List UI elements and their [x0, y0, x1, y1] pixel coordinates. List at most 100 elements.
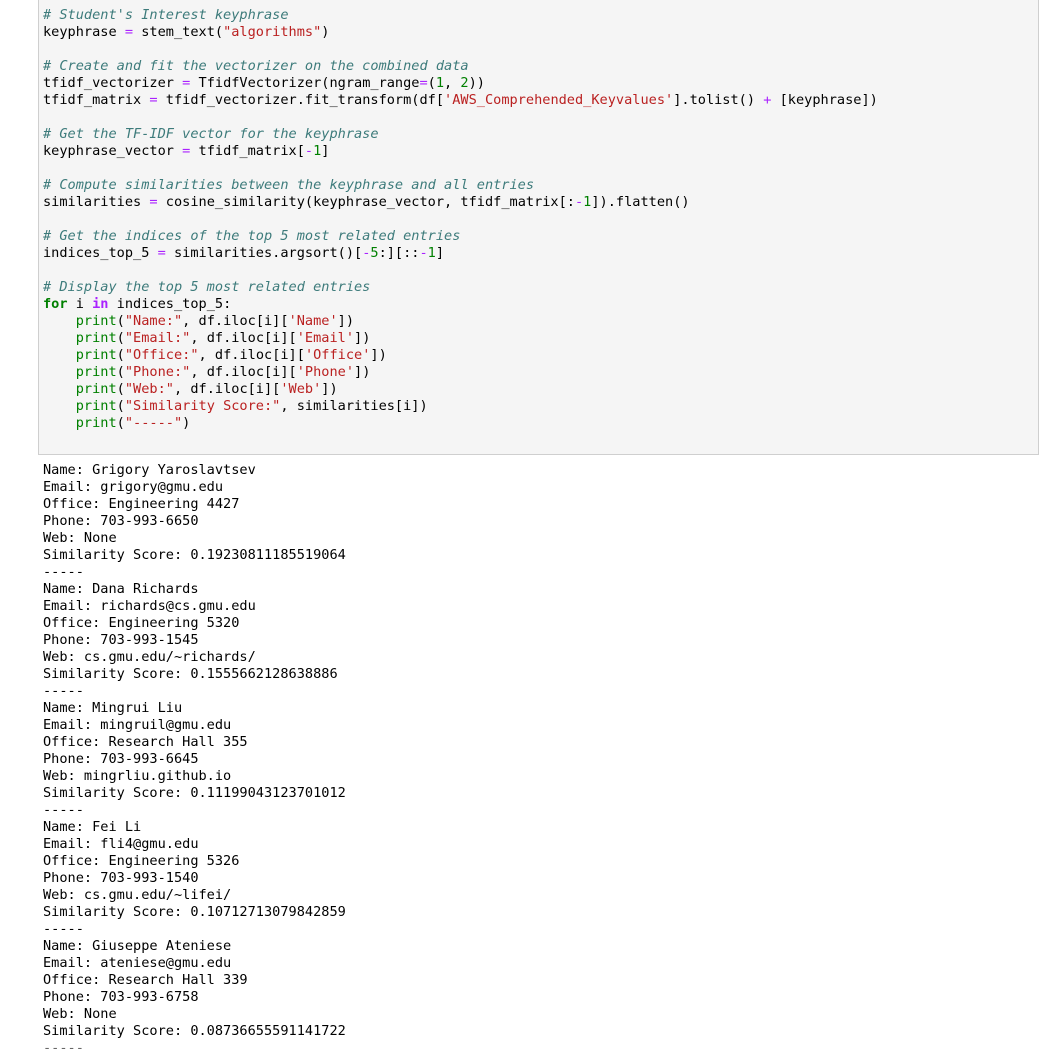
code-token: print — [75, 313, 117, 329]
output-line: ----- — [43, 683, 84, 699]
code-token: = — [149, 92, 158, 108]
code-token: ]) — [354, 364, 371, 380]
code-line: for i in indices_top_5: — [43, 296, 878, 313]
code-token: 'Web' — [280, 381, 322, 397]
code-token: # Get the TF-IDF vector for the keyphras… — [43, 126, 379, 142]
code-token: = — [124, 24, 134, 40]
code-token: , similarities[i]) — [280, 398, 428, 414]
code-token: , df.iloc[i][ — [198, 347, 305, 363]
code-token: = — [419, 75, 428, 91]
output-line: Office: Engineering 5326 — [43, 853, 240, 869]
code-token: - — [304, 143, 314, 159]
output-line: Office: Research Hall 339 — [43, 972, 248, 988]
code-lines: # Student's Interest keyphrase keyphrase … — [43, 7, 878, 432]
code-token: ) — [321, 24, 330, 40]
code-token: print — [75, 415, 117, 431]
code-line: print("Name:", df.iloc[i]['Name']) — [43, 313, 878, 330]
code-token: 'Name' — [288, 313, 338, 329]
output-line: ----- — [43, 802, 84, 818]
code-token: ( — [116, 313, 125, 329]
code-token: "Office:" — [124, 347, 199, 363]
code-token: "Name:" — [124, 313, 183, 329]
code-token: # Get the indices of the top 5 most rela… — [43, 228, 461, 244]
code-token: ]) — [370, 347, 387, 363]
code-token: stem_text( — [133, 24, 224, 40]
code-token: indices_top_5: — [108, 296, 232, 312]
code-token: # Create and fit the vectorizer on the c… — [43, 58, 469, 74]
code-line: print("Web:", df.iloc[i]['Web']) — [43, 381, 878, 398]
code-token: print — [75, 381, 117, 397]
code-token: in — [92, 296, 109, 312]
code-token: ( — [116, 398, 125, 414]
code-token: "Similarity Score:" — [124, 398, 281, 414]
code-cell-editor[interactable]: # Student's Interest keyphrase keyphrase … — [38, 0, 1039, 455]
code-token: )) — [468, 75, 485, 91]
code-token: keyphrase — [43, 24, 125, 40]
output-line: Similarity Score: 0.19230811185519064 — [43, 547, 346, 563]
code-token: , — [444, 75, 461, 91]
output-line: Similarity Score: 0.10712713079842859 — [43, 904, 346, 920]
output-line: Name: Grigory Yaroslavtsev — [43, 462, 256, 478]
code-token: ]) — [321, 381, 338, 397]
code-token: 1 — [435, 75, 445, 91]
output-line: Email: grigory@gmu.edu — [43, 479, 224, 495]
code-token: print — [75, 347, 117, 363]
code-token: , df.iloc[i][ — [173, 381, 281, 397]
code-line: print("-----") — [43, 415, 878, 432]
output-line: Email: mingruil@gmu.edu — [43, 717, 232, 733]
code-token: tfidf_vectorizer.fit_transform(df[ — [157, 92, 445, 108]
code-line: # Get the TF-IDF vector for the keyphras… — [43, 126, 878, 143]
code-token: ( — [116, 330, 125, 346]
code-token: print — [75, 398, 117, 414]
output-line: Office: Engineering 5320 — [43, 615, 240, 631]
code-line: # Student's Interest keyphrase — [43, 7, 878, 24]
code-token: 'AWS_Comprehended_Keyvalues' — [444, 92, 674, 108]
cell-output: Name: Grigory Yaroslavtsev Email: grigory… — [43, 462, 346, 1057]
code-token: # Compute similarities between the keyph… — [43, 177, 535, 193]
code-token: :][:: — [378, 245, 420, 261]
code-token: "Email:" — [124, 330, 191, 346]
code-token: 'Office' — [304, 347, 371, 363]
output-line: Similarity Score: 0.08736655591141722 — [43, 1023, 346, 1039]
code-token: "Web:" — [124, 381, 174, 397]
output-line: Email: richards@cs.gmu.edu — [43, 598, 256, 614]
code-token: 'Email' — [296, 330, 355, 346]
code-token: ( — [116, 347, 125, 363]
code-token: ( — [116, 415, 125, 431]
output-line: Web: None — [43, 1006, 117, 1022]
output-line: Similarity Score: 0.1555662128638886 — [43, 666, 338, 682]
code-token: "Phone:" — [124, 364, 191, 380]
output-line: Phone: 703-993-1545 — [43, 632, 199, 648]
code-line: # Display the top 5 most related entries — [43, 279, 878, 296]
code-token: ) — [182, 415, 191, 431]
code-token: ]) — [354, 330, 371, 346]
code-line: print("Email:", df.iloc[i]['Email']) — [43, 330, 878, 347]
code-line: similarities = cosine_similarity(keyphra… — [43, 194, 878, 211]
code-token: # Display the top 5 most related entries — [43, 279, 371, 295]
code-token: ] — [321, 143, 330, 159]
output-line: Email: fli4@gmu.edu — [43, 836, 199, 852]
output-line: Phone: 703-993-6650 — [43, 513, 199, 529]
code-token: "algorithms" — [223, 24, 322, 40]
output-line: Name: Giuseppe Ateniese — [43, 938, 232, 954]
output-line: Name: Dana Richards — [43, 581, 199, 597]
code-token: , df.iloc[i][ — [190, 364, 297, 380]
code-token: ].tolist() — [673, 92, 764, 108]
code-token: tfidf_matrix[ — [190, 143, 305, 159]
output-line: Office: Engineering 4427 — [43, 496, 240, 512]
code-token: tfidf_matrix — [43, 92, 150, 108]
code-token: for — [43, 296, 68, 312]
output-line: ----- — [43, 1040, 84, 1056]
code-token: similarities — [43, 194, 150, 210]
